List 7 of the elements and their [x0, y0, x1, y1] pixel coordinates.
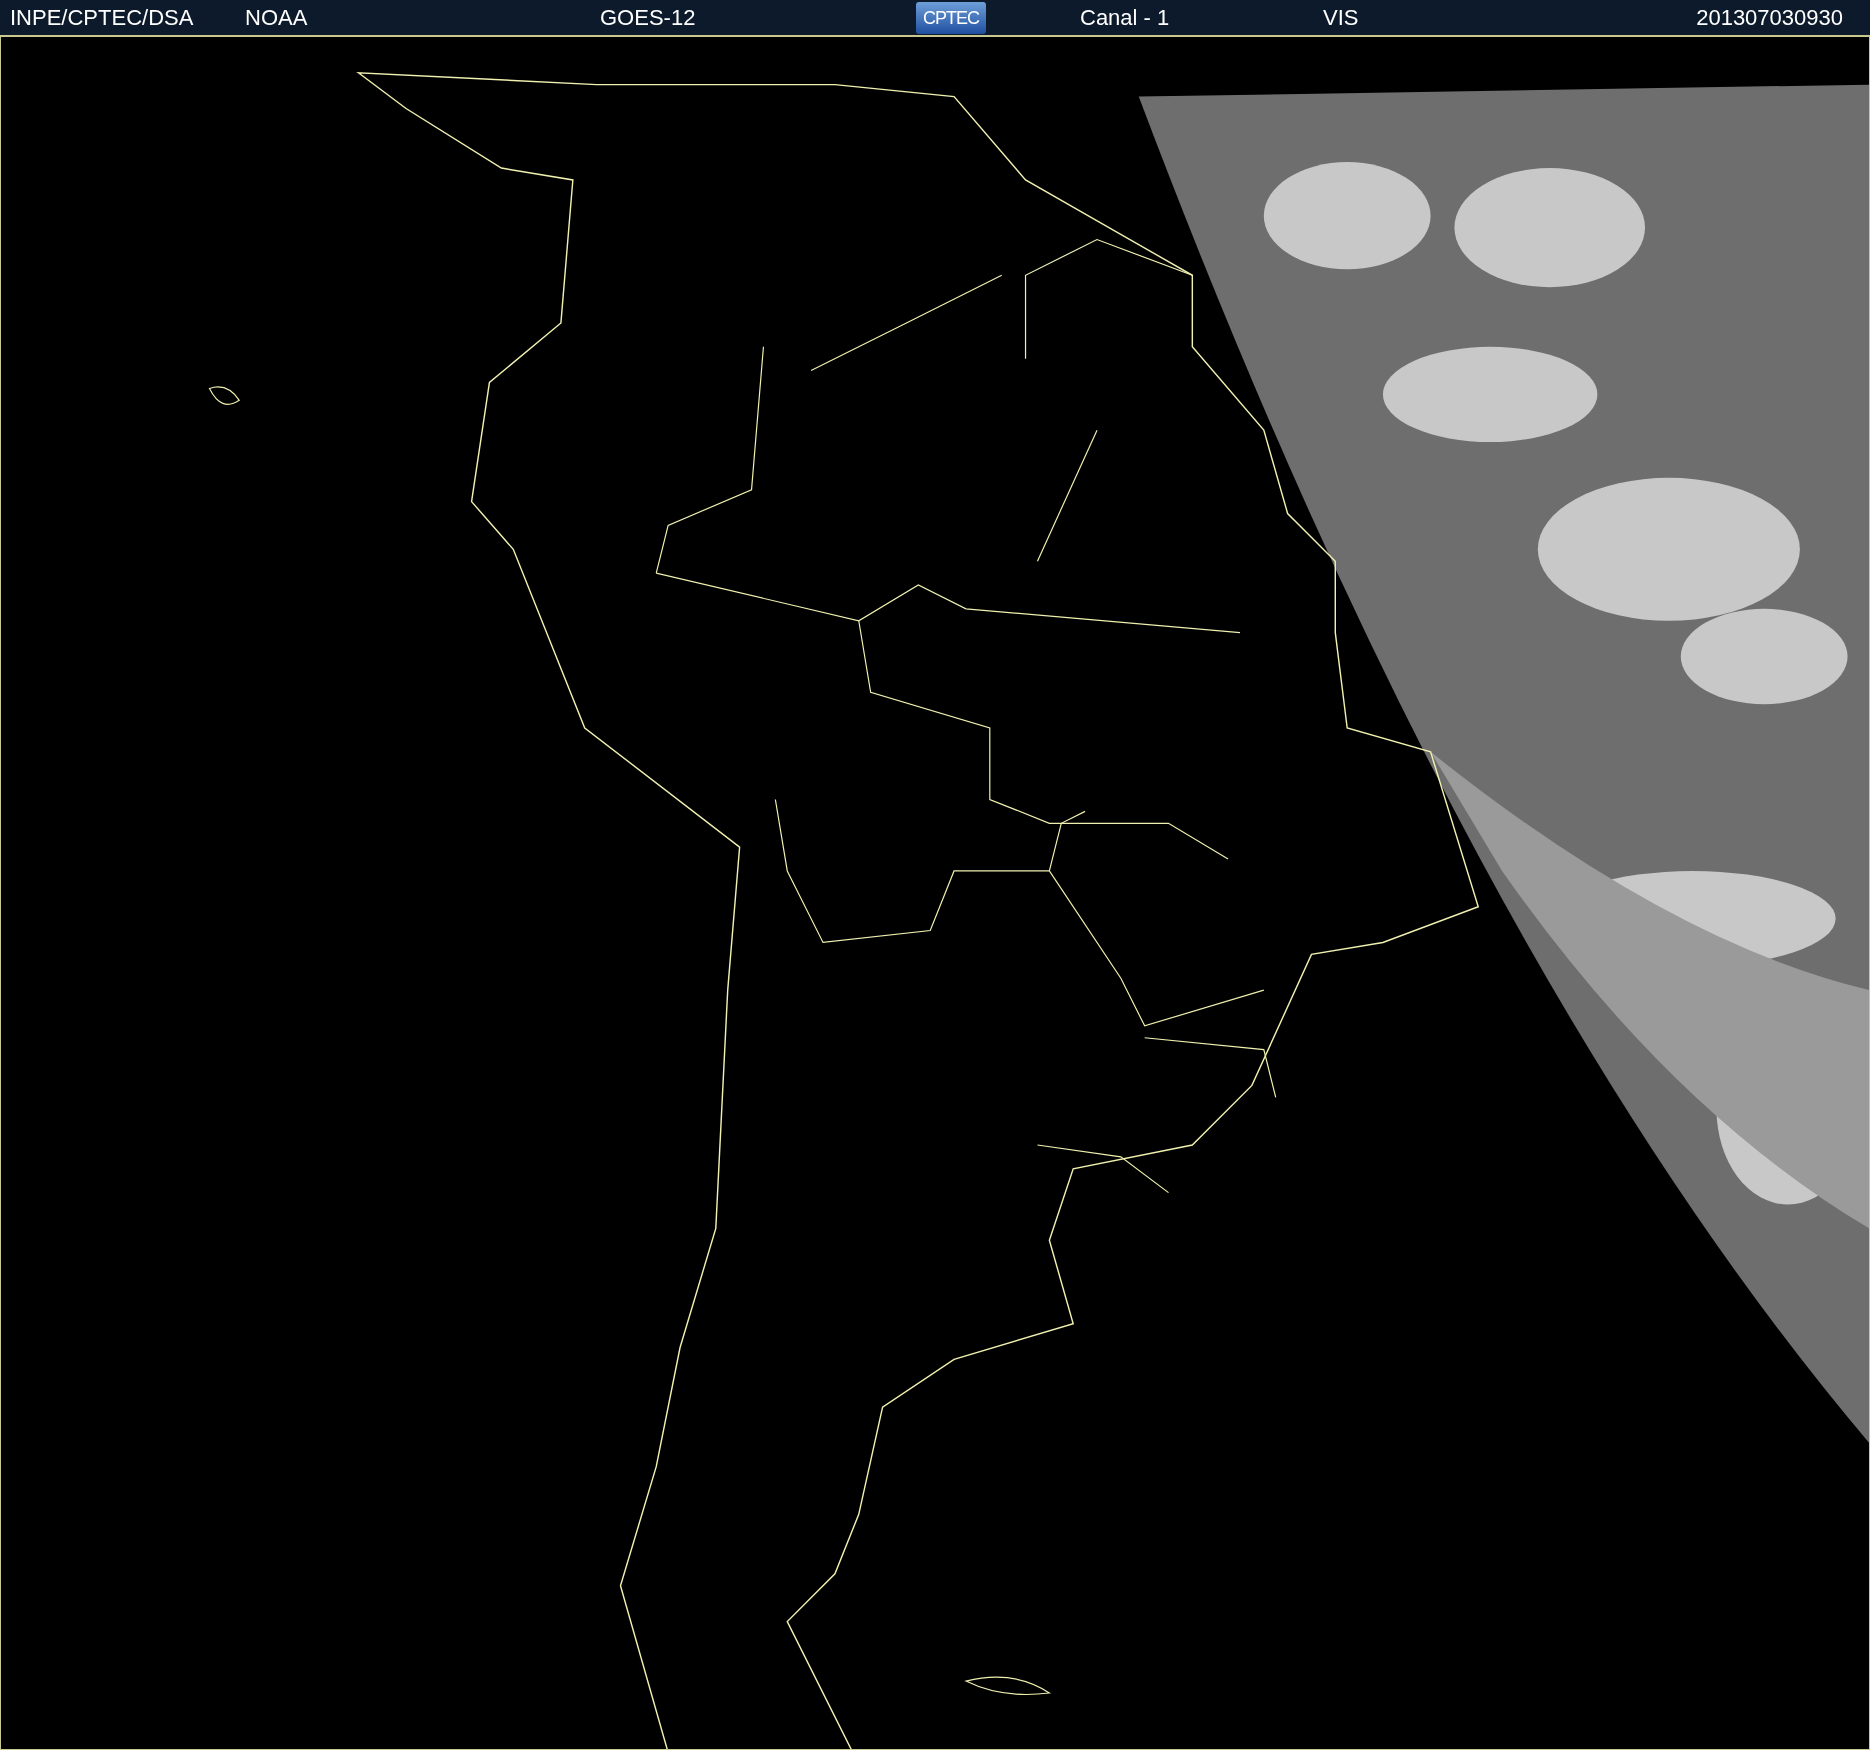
logo: CPTEC: [916, 1, 986, 34]
channel-label: Canal - 1: [1080, 4, 1170, 31]
timestamp-label: 201307030930: [1696, 4, 1843, 31]
agency-label: INPE/CPTEC/DSA: [10, 4, 194, 31]
band-label: VIS: [1323, 4, 1359, 31]
satellite-label: GOES-12: [600, 4, 696, 31]
source-label: NOAA: [245, 4, 308, 31]
